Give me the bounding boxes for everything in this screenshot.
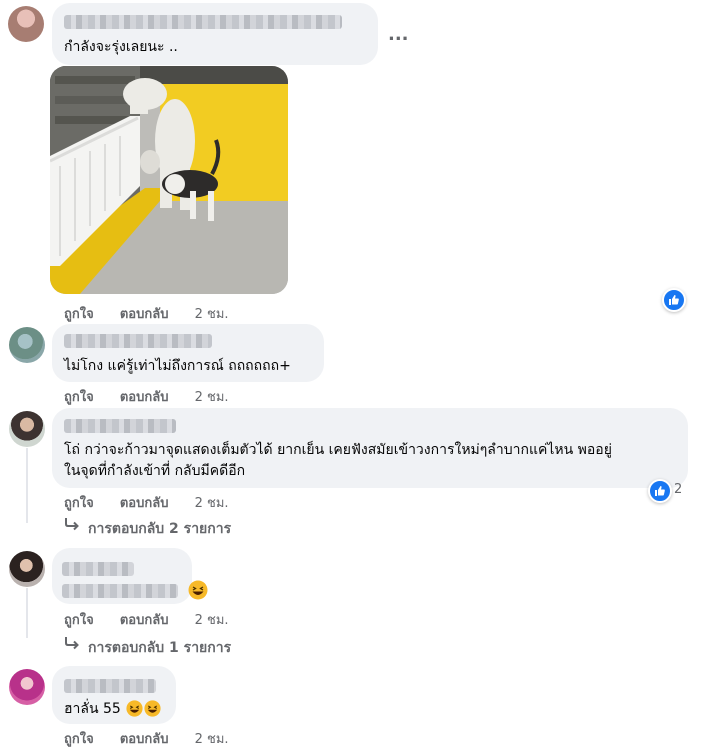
comment-text: ไม่โกง แค่รู้เท่าไม่ถึงการณ์ ถถถถถถ+ xyxy=(64,358,291,374)
comment-time[interactable]: 2 ชม. xyxy=(195,732,229,747)
commenter-name-blurred[interactable] xyxy=(64,15,342,29)
like-reaction-icon[interactable] xyxy=(662,288,686,312)
comment-time[interactable]: 2 ชม. xyxy=(195,613,229,628)
view-replies-link[interactable]: การตอบกลับ 1 รายการ xyxy=(88,637,231,659)
comment-text-line2: ในจุดที่กำลังเข้าที่ กลับมีคดีอีก xyxy=(64,463,246,479)
comment-actions: ถูกใจ ตอบกลับ 2 ชม. xyxy=(64,386,251,407)
like-reaction-icon[interactable] xyxy=(648,479,672,503)
view-replies-link[interactable]: การตอบกลับ 2 รายการ xyxy=(88,518,231,540)
dogs-photo xyxy=(50,66,288,294)
avatar[interactable] xyxy=(9,669,45,705)
thread-line xyxy=(26,448,28,523)
comment-time[interactable]: 2 ชม. xyxy=(195,496,229,511)
reply-link[interactable]: ตอบกลับ xyxy=(120,307,169,322)
like-link[interactable]: ถูกใจ xyxy=(64,307,94,322)
reply-arrow-icon xyxy=(64,635,80,654)
comment-actions: ถูกใจ ตอบกลับ 2 ชม. xyxy=(64,303,251,324)
comment-time[interactable]: 2 ชม. xyxy=(195,390,229,405)
comment-text: ฮาลั่น 55 xyxy=(64,701,121,717)
avatar[interactable] xyxy=(9,411,45,447)
comment-text: กำลังจะรุ่งเลยนะ .. xyxy=(64,39,178,55)
commenter-name-blurred[interactable] xyxy=(64,419,176,433)
reaction-count[interactable]: 2 xyxy=(674,482,682,497)
thread-line xyxy=(26,588,28,638)
like-link[interactable]: ถูกใจ xyxy=(64,613,94,628)
more-options-button[interactable]: ... xyxy=(388,24,409,45)
commenter-name-blurred[interactable] xyxy=(64,679,156,693)
commenter-name-blurred[interactable] xyxy=(62,562,134,576)
comment-image[interactable] xyxy=(50,66,288,294)
laugh-emoji-icon xyxy=(188,580,208,600)
like-link[interactable]: ถูกใจ xyxy=(64,390,94,405)
like-link[interactable]: ถูกใจ xyxy=(64,496,94,511)
avatar[interactable] xyxy=(9,327,45,363)
like-link[interactable]: ถูกใจ xyxy=(64,732,94,747)
commenter-name-blurred[interactable] xyxy=(64,334,212,348)
comment-time[interactable]: 2 ชม. xyxy=(195,307,229,322)
laugh-emoji-icon xyxy=(126,700,143,717)
reply-link[interactable]: ตอบกลับ xyxy=(120,732,169,747)
comment-actions: ถูกใจ ตอบกลับ 2 ชม. xyxy=(64,609,251,630)
comment-actions: ถูกใจ ตอบกลับ 2 ชม. xyxy=(64,492,251,513)
reply-arrow-icon xyxy=(64,516,80,535)
comment-text-blurred xyxy=(62,584,178,598)
reply-link[interactable]: ตอบกลับ xyxy=(120,496,169,511)
laugh-emoji-icon xyxy=(144,700,161,717)
avatar[interactable] xyxy=(8,6,44,42)
comment-text-line1: โถ่ กว่าจะก้าวมาจุดแสดงเต็มตัวได้ ยากเย็… xyxy=(64,442,612,458)
reply-link[interactable]: ตอบกลับ xyxy=(120,390,169,405)
reply-link[interactable]: ตอบกลับ xyxy=(120,613,169,628)
avatar[interactable] xyxy=(9,551,45,587)
